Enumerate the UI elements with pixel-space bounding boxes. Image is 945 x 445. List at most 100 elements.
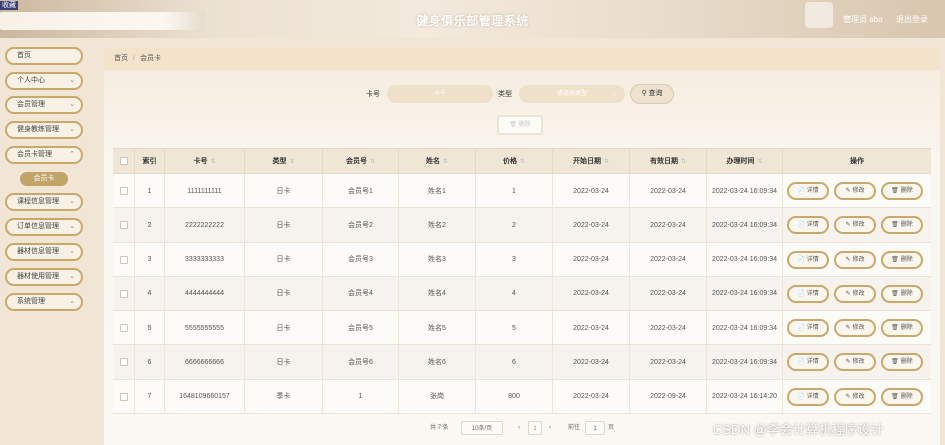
sidebar-item-label: 首页: [17, 52, 31, 59]
page-number-label: 1: [533, 426, 537, 432]
bookmark-label[interactable]: 收藏: [0, 1, 18, 10]
trash-icon: 🗑: [891, 393, 899, 400]
edit-button[interactable]: ✎ 修改: [834, 250, 876, 269]
cell-index: 4: [135, 276, 165, 311]
header-card-no[interactable]: 卡号 ⇅: [165, 149, 245, 175]
trash-icon: 🗑: [509, 122, 517, 128]
delete-button[interactable]: 🗑 删除: [881, 182, 923, 200]
row-checkbox[interactable]: [119, 255, 128, 264]
sidebar-item-label: 健身教练管理: [17, 126, 59, 133]
app-header: 收藏 健身俱乐部管理系统 管理员 abo 退出登录: [0, 0, 945, 38]
watermark: CSDN @李会计算机程序设计: [713, 422, 884, 437]
chevron-up-icon: ⌃: [69, 151, 75, 158]
sort-icon: ⇅: [757, 159, 763, 165]
admin-user-label[interactable]: 管理员 abo: [843, 14, 883, 25]
row-select-cell: [113, 311, 135, 346]
edit-button[interactable]: ✎ 修改: [834, 387, 876, 406]
detail-button[interactable]: 📄 详情: [787, 284, 829, 303]
header-member-no[interactable]: 会员号 ⇅: [323, 149, 399, 175]
pencil-icon: ✎: [845, 222, 851, 229]
cell-valid: 2022-03-24: [630, 345, 707, 380]
detail-button[interactable]: 📄 详情: [787, 250, 829, 269]
edit-button-label: 修改: [852, 359, 865, 366]
bulk-delete-button[interactable]: 🗑 删除: [497, 115, 543, 135]
edit-button[interactable]: ✎ 修改: [834, 216, 876, 235]
edit-button[interactable]: ✎ 修改: [834, 319, 876, 338]
sidebar-item-coaches[interactable]: 健身教练管理 ⌄: [5, 121, 83, 139]
header-start-date[interactable]: 开始日期 ⇅: [553, 149, 630, 175]
header-price[interactable]: 价格 ⇅: [476, 149, 553, 175]
row-checkbox[interactable]: [119, 392, 128, 401]
prev-page-icon[interactable]: ‹: [518, 421, 520, 435]
detail-button[interactable]: 📄 详情: [787, 353, 829, 372]
row-checkbox[interactable]: [119, 324, 128, 333]
edit-button-label: 修改: [852, 290, 865, 297]
sidebar-item-members[interactable]: 会员管理 ⌄: [5, 96, 83, 114]
cell-actions: 📄 详情 ✎ 修改 🗑 删除: [783, 277, 931, 311]
row-checkbox[interactable]: [119, 358, 128, 367]
table-row: 7 1648109660157 季卡 1 张岗 800 2022-03-24 2022-09-…: [113, 379, 931, 415]
detail-button-label: 详情: [806, 359, 819, 366]
cell-time: 2022-03-24 16:09:34: [707, 174, 783, 208]
logout-link[interactable]: 退出登录: [896, 14, 928, 25]
detail-button[interactable]: 📄 详情: [787, 319, 829, 338]
page-suffix: 页: [608, 425, 615, 431]
delete-button[interactable]: 🗑 删除: [881, 387, 923, 406]
page-size-select[interactable]: 10条/页: [461, 421, 503, 435]
header-name[interactable]: 姓名 ⇅: [399, 149, 476, 175]
delete-button[interactable]: 🗑 删除: [881, 250, 923, 269]
detail-button[interactable]: 📄 详情: [787, 216, 829, 235]
cell-card-no: 1648109660157: [165, 379, 245, 414]
sidebar-item-orders[interactable]: 订单信息管理 ⌄: [5, 218, 83, 236]
delete-button[interactable]: 🗑 删除: [881, 353, 923, 372]
cell-time: 2022-03-24 16:09:34: [707, 276, 783, 311]
sidebar-item-profile[interactable]: 个人中心 ⌄: [5, 72, 83, 90]
header-handle-time[interactable]: 办理时间 ⇅: [707, 149, 783, 175]
cell-member-no: 会员号2: [323, 208, 399, 243]
chevron-down-icon: ⌄: [69, 248, 75, 255]
cell-index: 6: [135, 345, 165, 380]
header-type[interactable]: 类型 ⇅: [245, 149, 323, 175]
trash-icon: 🗑: [891, 325, 899, 332]
detail-button[interactable]: 📄 详情: [787, 387, 829, 406]
detail-button[interactable]: 📄 详情: [787, 182, 829, 200]
cell-name: 张岗: [399, 379, 476, 414]
header-valid-date[interactable]: 有效日期 ⇅: [630, 149, 707, 175]
edit-button-label: 修改: [852, 188, 865, 194]
cell-price: 4: [476, 276, 553, 311]
breadcrumb-home[interactable]: 首页: [114, 55, 128, 62]
sidebar-item-system[interactable]: 系统管理 ⌄: [5, 293, 83, 311]
sidebar-item-member-cards[interactable]: 会员卡管理 ⌃: [5, 146, 83, 164]
delete-button[interactable]: 🗑 删除: [881, 216, 923, 235]
sort-icon: ⇅: [603, 159, 610, 165]
cell-member-no: 会员号1: [323, 174, 399, 208]
edit-button[interactable]: ✎ 修改: [834, 284, 876, 303]
breadcrumb: 首页 / 会员卡: [104, 48, 940, 69]
next-page-icon[interactable]: ›: [549, 421, 551, 435]
row-checkbox[interactable]: [119, 221, 128, 230]
sidebar-subitem-member-card[interactable]: 会员卡: [20, 172, 68, 186]
card-no-input[interactable]: 卡号: [387, 85, 493, 103]
delete-button-label: 删除: [900, 290, 913, 297]
edit-button[interactable]: ✎ 修改: [834, 353, 876, 372]
delete-button-label: 删除: [900, 359, 913, 366]
search-button[interactable]: ⚲ 查询: [630, 84, 674, 104]
delete-button[interactable]: 🗑 删除: [881, 319, 923, 338]
trash-icon: 🗑: [891, 290, 899, 297]
edit-button[interactable]: ✎ 修改: [834, 182, 876, 200]
edit-button-label: 修改: [852, 222, 865, 229]
cell-time: 2022-03-24 16:09:34: [707, 242, 783, 277]
cell-card-no: 2222222222: [165, 208, 245, 243]
sidebar-item-home[interactable]: 首页: [5, 47, 83, 65]
sidebar-item-equipment-usage[interactable]: 器材使用管理 ⌄: [5, 268, 83, 286]
type-select[interactable]: 请选择类型 ⌄: [519, 85, 625, 103]
delete-button[interactable]: 🗑 删除: [881, 284, 923, 303]
row-checkbox[interactable]: [119, 289, 128, 298]
sidebar-item-courses[interactable]: 课程信息管理 ⌄: [5, 193, 83, 211]
goto-page-value: 1: [593, 426, 597, 432]
sidebar-item-equipment[interactable]: 器材信息管理 ⌄: [5, 243, 83, 261]
row-checkbox[interactable]: [119, 187, 128, 195]
page-number-current[interactable]: 1: [528, 421, 542, 435]
select-all-checkbox[interactable]: [119, 157, 128, 166]
goto-page-input[interactable]: 1: [585, 421, 605, 435]
